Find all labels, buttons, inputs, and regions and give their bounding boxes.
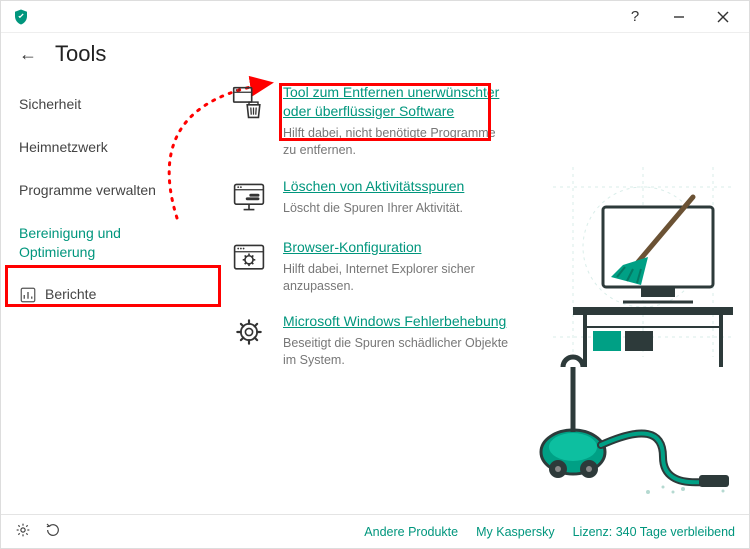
- tool-desc: Hilft dabei, nicht benötigte Programme z…: [283, 125, 511, 159]
- sidebar-item-home-network[interactable]: Heimnetzwerk: [1, 126, 201, 169]
- footer-link-license[interactable]: Lizenz: 340 Tage verbleibend: [573, 525, 735, 539]
- app-shield-icon: [11, 7, 31, 27]
- footer-link-my-kaspersky[interactable]: My Kaspersky: [476, 525, 555, 539]
- back-button[interactable]: ←: [19, 44, 37, 65]
- sidebar-item-manage-programs[interactable]: Programme verwalten: [1, 169, 201, 212]
- minimize-button[interactable]: [657, 1, 701, 33]
- sidebar-item-label: Programme verwalten: [19, 182, 156, 198]
- tool-link-privacy-cleaner[interactable]: Löschen von Aktivitätsspuren: [283, 177, 464, 196]
- reports-icon: [19, 286, 37, 304]
- footer-link-other-products[interactable]: Andere Produkte: [364, 525, 458, 539]
- browser-config-icon: [231, 238, 267, 295]
- software-cleaner-icon: [231, 83, 267, 159]
- sidebar-item-label: Sicherheit: [19, 96, 81, 112]
- windows-troubleshoot-icon: [231, 312, 267, 369]
- page-title: Tools: [55, 41, 106, 67]
- tool-desc: Löscht die Spuren Ihrer Aktivität.: [283, 200, 464, 217]
- refresh-icon[interactable]: [45, 522, 61, 541]
- tool-link-software-cleaner[interactable]: Tool zum Entfernen unerwünschter oder üb…: [283, 83, 511, 121]
- sidebar-item-label: Berichte: [45, 285, 96, 304]
- tool-desc: Hilft dabei, Internet Explorer sicher an…: [283, 261, 511, 295]
- tool-desc: Beseitigt die Spuren schädlicher Objekte…: [283, 335, 511, 369]
- settings-icon[interactable]: [15, 522, 31, 541]
- tool-item-browser-config: Browser-Konfiguration Hilft dabei, Inter…: [231, 238, 511, 295]
- privacy-cleaner-icon: [231, 177, 267, 220]
- sidebar-item-security[interactable]: Sicherheit: [1, 83, 201, 126]
- header: ← Tools: [1, 33, 749, 77]
- tool-link-windows-troubleshoot[interactable]: Microsoft Windows Fehlerbehebung: [283, 312, 506, 331]
- close-button[interactable]: [701, 1, 745, 33]
- sidebar-item-label: Bereinigung und Optimierung: [19, 225, 121, 260]
- sidebar: Sicherheit Heimnetzwerk Programme verwal…: [1, 77, 201, 508]
- tool-item-software-cleaner: Tool zum Entfernen unerwünschter oder üb…: [231, 83, 511, 159]
- titlebar: ?: [1, 1, 749, 33]
- content: Tool zum Entfernen unerwünschter oder üb…: [201, 77, 749, 508]
- sidebar-item-cleanup[interactable]: Bereinigung und Optimierung: [1, 212, 201, 274]
- sidebar-item-label: Heimnetzwerk: [19, 139, 108, 155]
- sidebar-item-reports[interactable]: Berichte: [1, 273, 201, 316]
- tool-item-windows-troubleshoot: Microsoft Windows Fehlerbehebung Beseiti…: [231, 312, 511, 369]
- decorative-illustration: [513, 157, 743, 497]
- tool-item-privacy-cleaner: Löschen von Aktivitätsspuren Löscht die …: [231, 177, 511, 220]
- tool-link-browser-config[interactable]: Browser-Konfiguration: [283, 238, 422, 257]
- footer: Andere Produkte My Kaspersky Lizenz: 340…: [1, 514, 749, 548]
- help-button[interactable]: ?: [613, 1, 657, 33]
